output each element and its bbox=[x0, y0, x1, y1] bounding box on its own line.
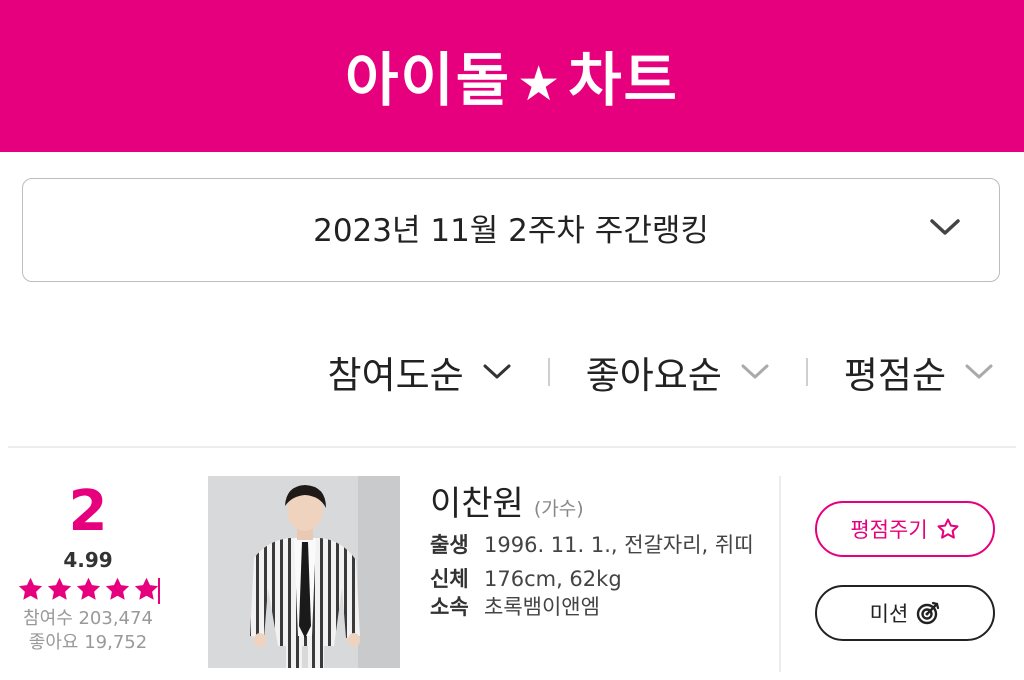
sort-likes-label: 좋아요순 bbox=[585, 354, 722, 397]
app-logo[interactable]: 아이돌 ★ 차트 bbox=[0, 42, 1024, 122]
chevron-down-icon bbox=[965, 364, 993, 379]
artist-photo[interactable] bbox=[208, 476, 400, 668]
likes-count: 좋아요 19,752 bbox=[28, 632, 148, 653]
participants-count: 참여수 203,474 bbox=[23, 608, 153, 629]
star-icon bbox=[18, 577, 42, 600]
info-key: 신체 bbox=[430, 567, 469, 591]
target-icon bbox=[917, 601, 940, 625]
sort-participation[interactable]: 참여도순 bbox=[328, 345, 512, 399]
rating-bar bbox=[158, 578, 160, 604]
info-row-body: 신체 176cm, 62kg bbox=[430, 565, 770, 593]
rank-number: 2 bbox=[68, 479, 108, 544]
chevron-down-icon bbox=[741, 364, 769, 379]
artist-name[interactable]: 이찬원 bbox=[430, 476, 524, 525]
artist-info: 이찬원 (가수) 출생 1996. 11. 1., 전갈자리, 쥐띠 신체 17… bbox=[430, 476, 770, 621]
action-divider bbox=[779, 476, 781, 672]
logo-text-right: 차트 bbox=[568, 46, 679, 114]
info-value: 초록뱀이앤엠 bbox=[484, 595, 600, 619]
sort-likes[interactable]: 좋아요순 bbox=[586, 345, 770, 399]
artist-role: (가수) bbox=[533, 498, 584, 520]
star-outline-icon bbox=[937, 518, 959, 539]
info-value: 1996. 11. 1., 전갈자리, 쥐띠 bbox=[484, 533, 754, 557]
sort-participation-label: 참여도순 bbox=[327, 354, 464, 397]
artist-photo-image bbox=[208, 476, 400, 668]
logo-star-icon: ★ bbox=[517, 56, 563, 112]
logo-text-left: 아이돌 bbox=[345, 46, 512, 114]
app-header: 아이돌 ★ 차트 bbox=[0, 0, 1024, 152]
info-row-agency: 소속 초록뱀이앤엠 bbox=[430, 593, 770, 621]
week-ranking-label: 2023년 11월 2주차 주간랭킹 bbox=[313, 213, 709, 249]
star-icon bbox=[134, 577, 158, 600]
rate-button-label: 평점주기 bbox=[850, 518, 928, 542]
chevron-down-icon bbox=[930, 219, 960, 235]
info-key: 출생 bbox=[430, 533, 469, 557]
rank-column: 2 4.99 참여수 203,474 좋아요 19,752 bbox=[0, 478, 176, 655]
sort-bar: 참여도순 좋아요순 평점순 bbox=[328, 340, 994, 404]
list-divider bbox=[8, 446, 1016, 448]
mission-button-label: 미션 bbox=[869, 602, 909, 626]
mission-button[interactable]: 미션 bbox=[815, 585, 995, 641]
week-ranking-select[interactable]: 2023년 11월 2주차 주간랭킹 bbox=[22, 178, 1000, 282]
info-key: 소속 bbox=[430, 595, 469, 619]
info-row-birth: 출생 1996. 11. 1., 전갈자리, 쥐띠 bbox=[430, 531, 770, 559]
sort-rating[interactable]: 평점순 bbox=[844, 345, 994, 399]
star-icon bbox=[105, 577, 129, 600]
sort-rating-label: 평점순 bbox=[843, 354, 946, 397]
name-row: 이찬원 (가수) bbox=[430, 476, 770, 525]
star-icon bbox=[47, 577, 71, 600]
sort-divider bbox=[805, 358, 808, 386]
rating-score: 4.99 bbox=[63, 548, 113, 572]
star-icon bbox=[76, 577, 100, 600]
sort-divider bbox=[547, 358, 550, 386]
star-rating bbox=[0, 576, 176, 604]
info-value: 176cm, 62kg bbox=[484, 567, 622, 591]
chevron-down-icon bbox=[483, 364, 511, 379]
rate-button[interactable]: 평점주기 bbox=[815, 501, 995, 557]
